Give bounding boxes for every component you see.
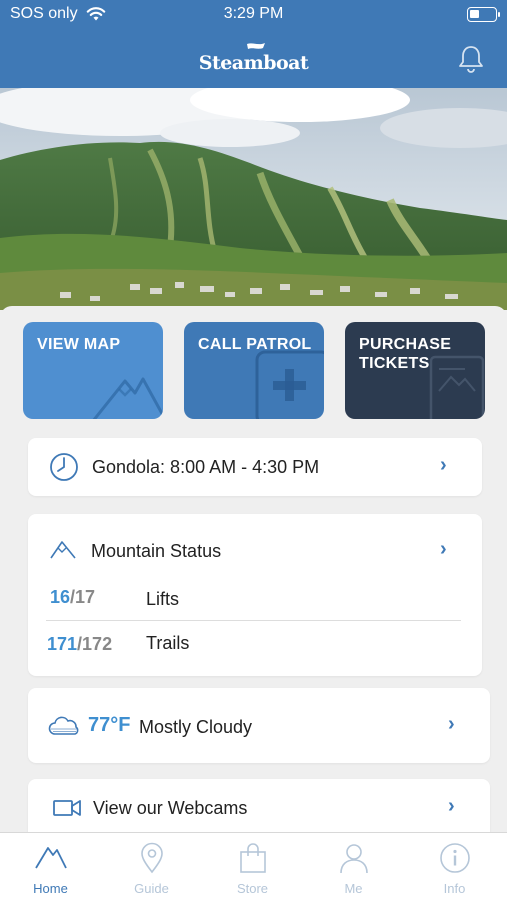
tab-store[interactable]: Store [202, 833, 303, 900]
status-divider [46, 620, 461, 621]
weather-condition: Mostly Cloudy [139, 717, 253, 737]
video-camera-icon [53, 800, 81, 816]
gondola-hours-card[interactable]: Gondola: 8:00 AM - 4:30 PM › [28, 438, 482, 496]
shopping-bag-icon [240, 843, 266, 873]
app-header: Steamboat [0, 30, 507, 88]
trails-total: /172 [77, 634, 113, 654]
tab-info-label: Info [443, 881, 466, 896]
steamboat-logo: Steamboat [198, 52, 309, 74]
tab-home[interactable]: Home [0, 833, 101, 900]
view-map-label: VIEW MAP [37, 336, 121, 353]
tab-info[interactable]: Info [404, 833, 505, 900]
bottom-tab-bar: Home Guide Store Me Info [0, 832, 507, 900]
call-patrol-tile[interactable]: CALL PATROL [184, 322, 324, 419]
purchase-tickets-tile[interactable]: PURCHASE TICKETS [345, 322, 485, 419]
webcams-text: View our Webcams [93, 798, 248, 818]
view-map-tile[interactable]: VIEW MAP [23, 322, 163, 419]
battery-icon [467, 7, 500, 22]
clock-icon [50, 453, 78, 481]
trails-open: 171 [47, 634, 78, 654]
chevron-right-icon: › [440, 538, 447, 560]
lifts-open: 16 [50, 587, 71, 607]
clock-time: 3:29 PM [223, 5, 284, 22]
gondola-hours-text: Gondola: 8:00 AM - 4:30 PM [92, 457, 320, 477]
trails-label: Trails [146, 633, 190, 653]
mountain-outline-icon [50, 541, 76, 559]
mountain-icon [92, 377, 163, 419]
weather-card[interactable]: 77°F Mostly Cloudy › [28, 688, 490, 763]
tab-store-label: Store [236, 881, 269, 896]
mountain-status-card[interactable]: Mountain Status › 16/17 Lifts 171/172 Tr… [28, 514, 482, 676]
ticket-icon [429, 355, 485, 419]
tab-home-label: Home [33, 881, 68, 896]
tab-guide-label: Guide [134, 881, 169, 896]
home-mountain-icon [35, 847, 67, 869]
chevron-right-icon: › [448, 713, 455, 735]
chevron-right-icon: › [440, 454, 447, 476]
hero-mountain-image [0, 88, 507, 310]
tab-me-label: Me [344, 881, 363, 896]
weather-temp: 77°F [88, 714, 131, 736]
tab-me[interactable]: Me [303, 833, 404, 900]
bell-icon[interactable] [457, 44, 485, 74]
lifts-total: /17 [70, 587, 96, 607]
info-icon [440, 843, 470, 873]
chevron-right-icon: › [448, 795, 455, 817]
lifts-label: Lifts [146, 589, 180, 609]
lifts-count: 16/17 [50, 587, 95, 608]
cloud-icon [48, 716, 79, 735]
mountain-status-title: Mountain Status [91, 541, 222, 561]
person-icon [340, 844, 368, 874]
status-bar: SOS only 3:29 PM [0, 0, 507, 30]
trails-count: 171/172 [47, 634, 112, 655]
plus-icon [255, 350, 324, 419]
tab-guide[interactable]: Guide [101, 833, 202, 900]
map-pin-icon [141, 842, 163, 874]
